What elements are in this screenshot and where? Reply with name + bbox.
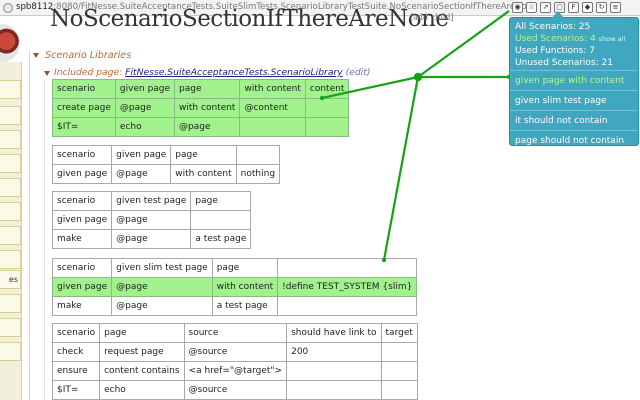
connector-hub-dot <box>413 72 423 82</box>
scenario-item-given-slim-test-page[interactable]: given slim test page <box>510 91 638 111</box>
unused-scenarios-count: Unused Scenarios: 21 <box>515 58 613 68</box>
show-all-link[interactable]: show all <box>599 35 625 43</box>
scenario-item-it-should-not-contain[interactable]: it should not contain <box>510 111 638 131</box>
connector-end-dot <box>319 95 325 101</box>
connector-end-dot <box>381 257 387 263</box>
used-functions-count: Used Functions: 7 <box>515 46 595 56</box>
scenario-item-given-page-with-content[interactable]: given page with content <box>510 71 638 91</box>
all-scenarios-count: All Scenarios: 25 <box>515 22 591 32</box>
used-scenarios-count: Used Scenarios: 4 show all <box>515 34 626 44</box>
scenario-item-page-should-not-contain[interactable]: page should not contain <box>510 131 638 151</box>
popup-pointer <box>552 11 564 18</box>
scenario-usage-popup: All Scenarios: 25 Used Scenarios: 4 show… <box>509 11 639 146</box>
